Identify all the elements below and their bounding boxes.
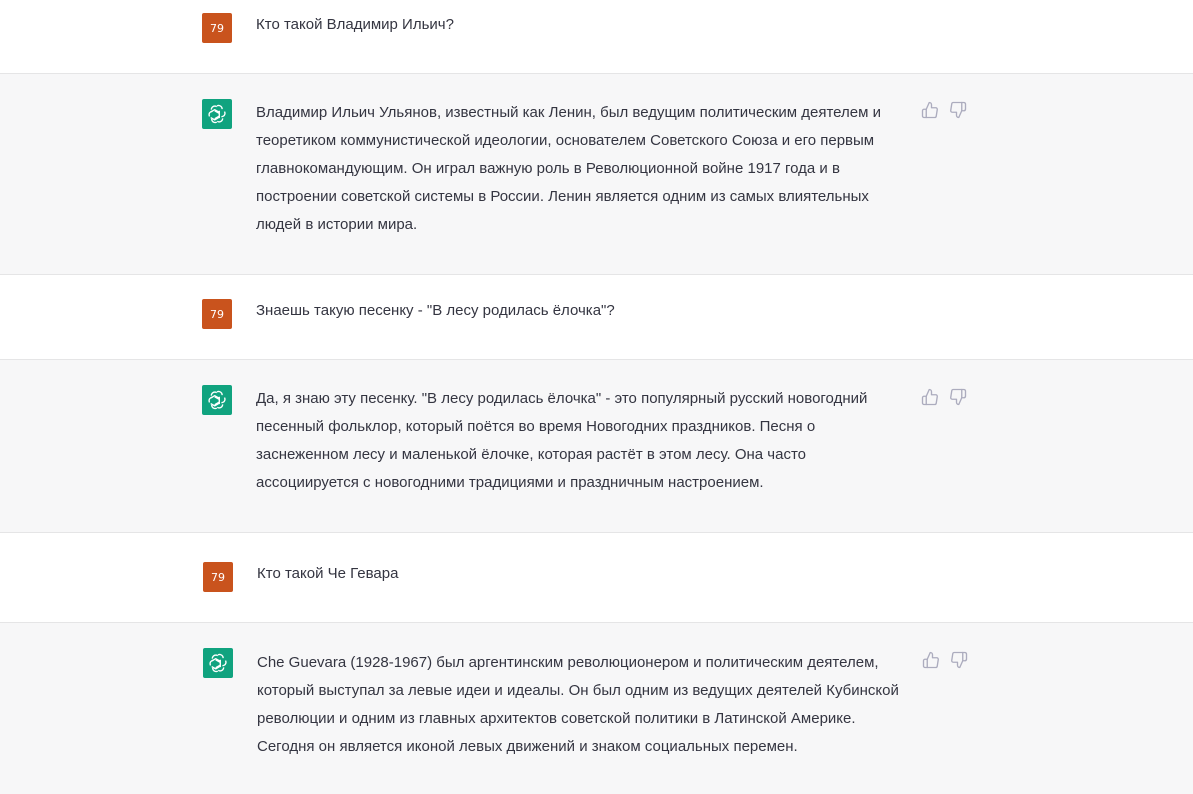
user-message-row: 79 Кто такой Че Гевара [0,533,1193,622]
openai-logo-icon [203,648,233,678]
assistant-message-row: Che Guevara (1928-1967) был аргентинским… [0,622,1193,794]
assistant-message-row: Да, я знаю эту песенку. "В лесу родилась… [0,359,1193,533]
thumbs-up-icon[interactable] [922,651,940,669]
user-message-row: 79 Кто такой Владимир Ильич? [0,0,1193,73]
openai-logo-icon [202,99,232,129]
feedback-buttons [921,388,967,406]
user-message-text: Кто такой Владимир Ильич? [256,16,454,33]
user-avatar: 79 [203,562,233,592]
user-avatar: 79 [202,13,232,43]
assistant-message-text: Che Guevara (1928-1967) был аргентинским… [257,654,899,755]
thumbs-down-icon[interactable] [949,101,967,119]
thumbs-up-icon[interactable] [921,388,939,406]
feedback-buttons [921,101,967,119]
thumbs-down-icon[interactable] [949,388,967,406]
user-message-text: Кто такой Че Гевара [257,565,399,582]
user-message-text: Знаешь такую песенку - "В лесу родилась … [256,302,615,319]
thumbs-down-icon[interactable] [950,651,968,669]
user-message-row: 79 Знаешь такую песенку - "В лесу родила… [0,275,1193,359]
assistant-message-text: Да, я знаю эту песенку. "В лесу родилась… [256,390,868,491]
openai-logo-icon [202,385,232,415]
user-avatar: 79 [202,299,232,329]
chat-thread: 79 Кто такой Владимир Ильич? Владимир Ил… [0,0,1193,794]
assistant-message-text: Владимир Ильич Ульянов, известный как Ле… [256,104,881,233]
feedback-buttons [922,651,968,669]
assistant-message-row: Владимир Ильич Ульянов, известный как Ле… [0,73,1193,275]
thumbs-up-icon[interactable] [921,101,939,119]
